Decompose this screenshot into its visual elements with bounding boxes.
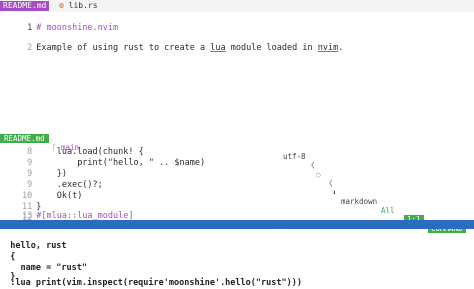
code-line: 8 lua.load(chunk! { [0,136,474,157]
tab-bar: README.md ⚙ lib.rs [0,0,474,12]
command-line[interactable]: :lua print(vim.inspect(require'moonshine… [0,267,474,288]
lua-word: lua [210,43,226,53]
window-separator-bar [0,220,474,229]
readme-label: README.md [3,1,47,10]
output-line: { [0,241,474,262]
code-line: 9 }) [0,158,474,179]
rust-file-icon: ⚙ [59,1,64,10]
text-segment: . [338,43,344,53]
text-segment: module loaded in [225,43,318,53]
readme-line-2: 2 Example of using rust to create a lua m… [0,32,474,53]
tab-lib-rs[interactable]: ⚙ lib.rs [56,1,101,11]
nvim-word: nvim [317,43,339,53]
code-line: 9 print("hello, " .. $name) [0,147,474,168]
line-number: 2 [27,43,33,53]
statusline: README.md ᚴ main utf-8 〈 ◌ 〈 ⬇ markdown … [0,125,474,233]
tab-readme[interactable]: README.md [0,1,50,11]
command-text[interactable]: :lua print(vim.inspect(require'moonshine… [10,278,302,288]
code-line: 10 Ok(t) [0,180,474,201]
text-segment: Example of using rust to create a [36,43,211,53]
lib-rs-label: lib.rs [68,1,98,10]
code-line: 9 .exec()?; [0,169,474,190]
output-line: hello, rust [0,230,474,251]
